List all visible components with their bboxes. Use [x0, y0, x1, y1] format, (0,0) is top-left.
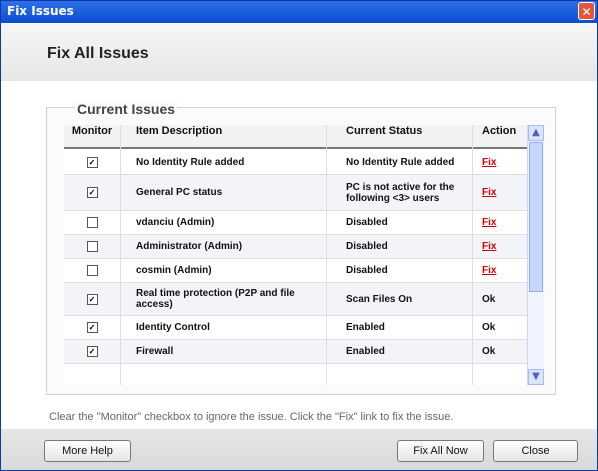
action-cell: Fix: [482, 211, 527, 234]
action-cell: Fix: [482, 175, 527, 210]
fix-issues-window: Fix Issues ✕ Fix All Issues Current Issu…: [0, 0, 598, 471]
action-cell: Ok: [482, 316, 527, 339]
monitor-checkbox[interactable]: ✓: [86, 293, 98, 305]
item-description: Firewall: [136, 346, 174, 357]
action-cell: Ok: [482, 340, 527, 363]
table-row: ✓ Identity Control Enabled Ok: [64, 316, 527, 340]
page-title: Fix All Issues: [47, 45, 149, 62]
item-description: Identity Control: [136, 322, 210, 333]
column-divider: [120, 125, 121, 385]
current-status: Disabled: [346, 265, 388, 276]
scroll-down-icon[interactable]: ▼: [528, 369, 544, 385]
window-title: Fix Issues: [7, 4, 74, 18]
close-button[interactable]: Close: [493, 440, 578, 462]
action-cell: Fix: [482, 151, 527, 174]
issues-scrollbar[interactable]: ▲ ▼: [527, 125, 544, 385]
item-description: No Identity Rule added: [136, 157, 245, 168]
ok-label: Ok: [482, 346, 496, 357]
current-status: Enabled: [346, 322, 385, 333]
item-description: vdanciu (Admin): [136, 217, 215, 228]
help-footnote: Clear the "Monitor" checkbox to ignore t…: [49, 411, 454, 423]
ok-label: Ok: [482, 293, 496, 305]
column-header-item-description[interactable]: Item Description: [136, 125, 316, 147]
item-description: General PC status: [136, 187, 223, 198]
table-row: cosmin (Admin) Disabled Fix: [64, 259, 527, 283]
monitor-cell: [64, 211, 120, 234]
button-bar: More Help Fix All Now Close: [1, 429, 597, 470]
action-cell: Fix: [482, 235, 527, 258]
ok-label: Ok: [482, 322, 496, 333]
column-header-action[interactable]: Action: [482, 125, 527, 147]
monitor-checkbox[interactable]: ✓: [86, 187, 98, 198]
fix-link[interactable]: Fix: [482, 217, 496, 228]
column-header-current-status[interactable]: Current Status: [346, 125, 466, 147]
monitor-cell: ✓: [64, 316, 120, 339]
table-header: Monitor Item Description Current Status …: [64, 125, 527, 149]
fix-link[interactable]: Fix: [482, 265, 496, 276]
monitor-cell: ✓: [64, 175, 120, 210]
monitor-checkbox[interactable]: [86, 265, 98, 276]
fix-link[interactable]: Fix: [482, 187, 496, 198]
close-window-icon[interactable]: ✕: [578, 2, 595, 20]
current-status: Disabled: [346, 241, 388, 252]
current-issues-legend: Current Issues: [75, 101, 178, 117]
fix-link[interactable]: Fix: [482, 241, 496, 252]
column-divider: [326, 125, 327, 385]
monitor-cell: ✓: [64, 283, 120, 315]
table-row: Administrator (Admin) Disabled Fix: [64, 235, 527, 259]
monitor-checkbox[interactable]: ✓: [86, 322, 98, 333]
monitor-cell: [64, 235, 120, 258]
issues-table: Monitor Item Description Current Status …: [64, 125, 527, 385]
item-description: Administrator (Admin): [136, 241, 243, 252]
item-description: Real time protection (P2P and file acces…: [136, 288, 295, 310]
monitor-checkbox[interactable]: [86, 241, 98, 252]
table-row: ✓ No Identity Rule added No Identity Rule …: [64, 151, 527, 175]
scroll-thumb[interactable]: [529, 142, 543, 292]
current-status: No Identity Rule added: [346, 157, 455, 168]
table-row: ✓ Firewall Enabled Ok: [64, 340, 527, 364]
monitor-checkbox[interactable]: ✓: [86, 346, 98, 357]
current-status: PC is not active for the following <3> u…: [346, 181, 455, 204]
table-row: ✓ General PC status PC is not active for t…: [64, 175, 527, 211]
table-body: ✓ No Identity Rule added No Identity Rule …: [64, 151, 527, 364]
monitor-cell: ✓: [64, 340, 120, 363]
table-row: vdanciu (Admin) Disabled Fix: [64, 211, 527, 235]
fix-link[interactable]: Fix: [482, 157, 496, 168]
item-description: cosmin (Admin): [136, 265, 212, 276]
action-cell: Fix: [482, 259, 527, 282]
current-status: Scan Files On: [346, 293, 413, 305]
monitor-cell: [64, 259, 120, 282]
monitor-cell: ✓: [64, 151, 120, 174]
monitor-checkbox[interactable]: [86, 217, 98, 228]
more-help-button[interactable]: More Help: [44, 440, 131, 462]
scroll-up-icon[interactable]: ▲: [528, 125, 544, 141]
monitor-checkbox[interactable]: ✓: [86, 157, 98, 168]
current-status: Disabled: [346, 217, 388, 228]
action-cell: Ok: [482, 283, 527, 315]
title-bar: Fix Issues ✕: [1, 1, 597, 23]
column-header-monitor[interactable]: Monitor: [64, 125, 120, 147]
current-status: Enabled: [346, 346, 385, 357]
fix-all-now-button[interactable]: Fix All Now: [397, 440, 484, 462]
column-divider: [472, 125, 473, 385]
table-row: ✓ Real time protection (P2P and file acce…: [64, 283, 527, 316]
